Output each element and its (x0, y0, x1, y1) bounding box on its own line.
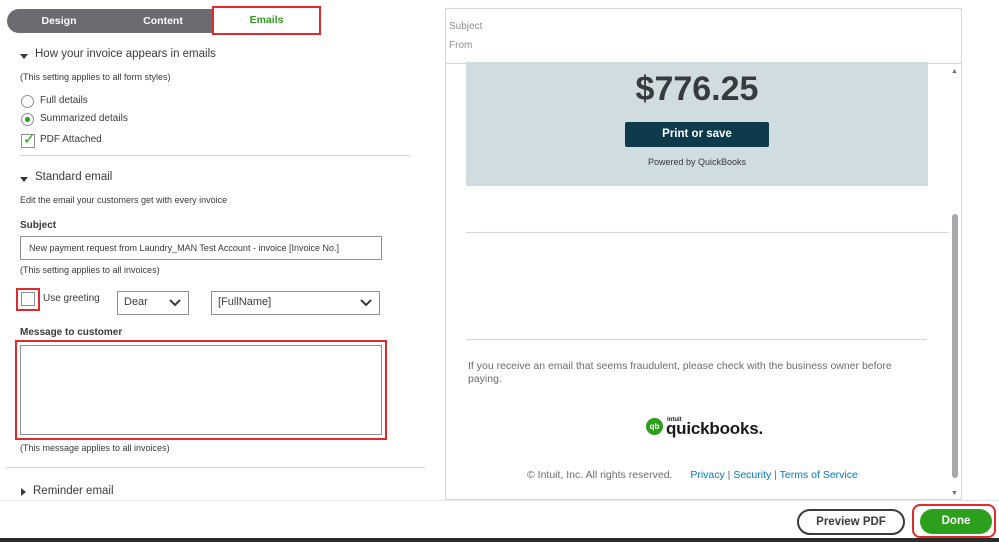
fraud-notice: If you receive an email that seems fraud… (468, 360, 892, 385)
quickbooks-logo-icon: qb (646, 418, 663, 435)
preview-from-label: From (449, 40, 473, 51)
standard-email-description: Edit the email your customers get with e… (20, 195, 228, 205)
caret-right-icon[interactable] (21, 488, 26, 496)
subject-label: Subject (20, 220, 57, 231)
option-label-summarized-details: Summarized details (40, 113, 128, 124)
checkbox-box (21, 292, 35, 306)
checkmark-icon: ✓ (23, 131, 36, 148)
caret-down-icon[interactable] (20, 54, 28, 59)
pdf-attached-checkbox[interactable]: ✓ (21, 131, 36, 148)
subject-note: (This setting applies to all invoices) (20, 265, 160, 275)
scrollbar-thumb[interactable] (952, 214, 958, 478)
section-title-standard-email[interactable]: Standard email (35, 171, 112, 183)
name-select[interactable]: [FullName] (211, 291, 380, 315)
divider (466, 339, 927, 340)
message-textarea[interactable] (20, 345, 382, 435)
name-select-value: [FullName] (218, 296, 272, 308)
greeting-select-value: Dear (124, 296, 148, 308)
use-greeting-checkbox[interactable] (16, 288, 40, 311)
radio-full-details[interactable] (21, 95, 34, 108)
tab-content[interactable]: Content (111, 9, 215, 33)
privacy-link[interactable]: Privacy (690, 469, 724, 481)
security-link[interactable]: Security (733, 469, 771, 481)
link-separator: | (774, 469, 777, 481)
form-tabs: Design Content Emails (7, 6, 321, 35)
terms-of-service-link[interactable]: Terms of Service (780, 469, 858, 481)
greeting-select[interactable]: Dear (117, 291, 189, 315)
copyright-text: © Intuit, Inc. All rights reserved. (527, 469, 673, 481)
chevron-down-icon (169, 299, 181, 307)
window-bottom-edge (0, 538, 999, 542)
done-button[interactable]: Done (920, 509, 992, 534)
print-or-save-button[interactable]: Print or save (625, 122, 769, 147)
divider (466, 232, 949, 233)
message-label: Message to customer (20, 327, 123, 338)
divider (6, 467, 425, 468)
link-separator: | (727, 469, 731, 481)
tab-design[interactable]: Design (7, 9, 111, 33)
scroll-down-icon[interactable]: ▼ (951, 490, 958, 497)
amount-card: $776.25 Print or save Powered by QuickBo… (466, 62, 928, 186)
message-box-highlight (15, 340, 387, 440)
scroll-up-icon[interactable]: ▲ (951, 68, 958, 75)
subject-input[interactable]: New payment request from Laundry_MAN Tes… (20, 236, 382, 260)
section-title-invoice-emails[interactable]: How your invoice appears in emails (35, 48, 216, 60)
setting-note: (This setting applies to all form styles… (20, 72, 171, 82)
divider (20, 155, 410, 156)
quickbooks-wordmark: quickbooks. (666, 419, 763, 438)
chevron-down-icon (360, 299, 372, 307)
tab-emails[interactable]: Emails (212, 6, 321, 35)
invoice-amount: $776.25 (635, 70, 759, 108)
use-greeting-label: Use greeting (43, 293, 100, 304)
preview-pdf-button[interactable]: Preview PDF (797, 509, 905, 535)
powered-by-text: Powered by QuickBooks (647, 157, 747, 167)
preview-footer: © Intuit, Inc. All rights reserved. Priv… (527, 469, 858, 481)
section-title-reminder-email[interactable]: Reminder email (33, 485, 114, 497)
preview-subject-label: Subject (449, 21, 483, 32)
radio-summarized-details[interactable] (21, 113, 34, 126)
pdf-attached-label: PDF Attached (40, 134, 102, 145)
caret-down-icon[interactable] (20, 177, 28, 182)
message-note: (This message applies to all invoices) (20, 443, 170, 453)
quickbooks-logo: qb intuit quickbooks. (646, 417, 763, 439)
option-label-full-details: Full details (40, 95, 88, 106)
